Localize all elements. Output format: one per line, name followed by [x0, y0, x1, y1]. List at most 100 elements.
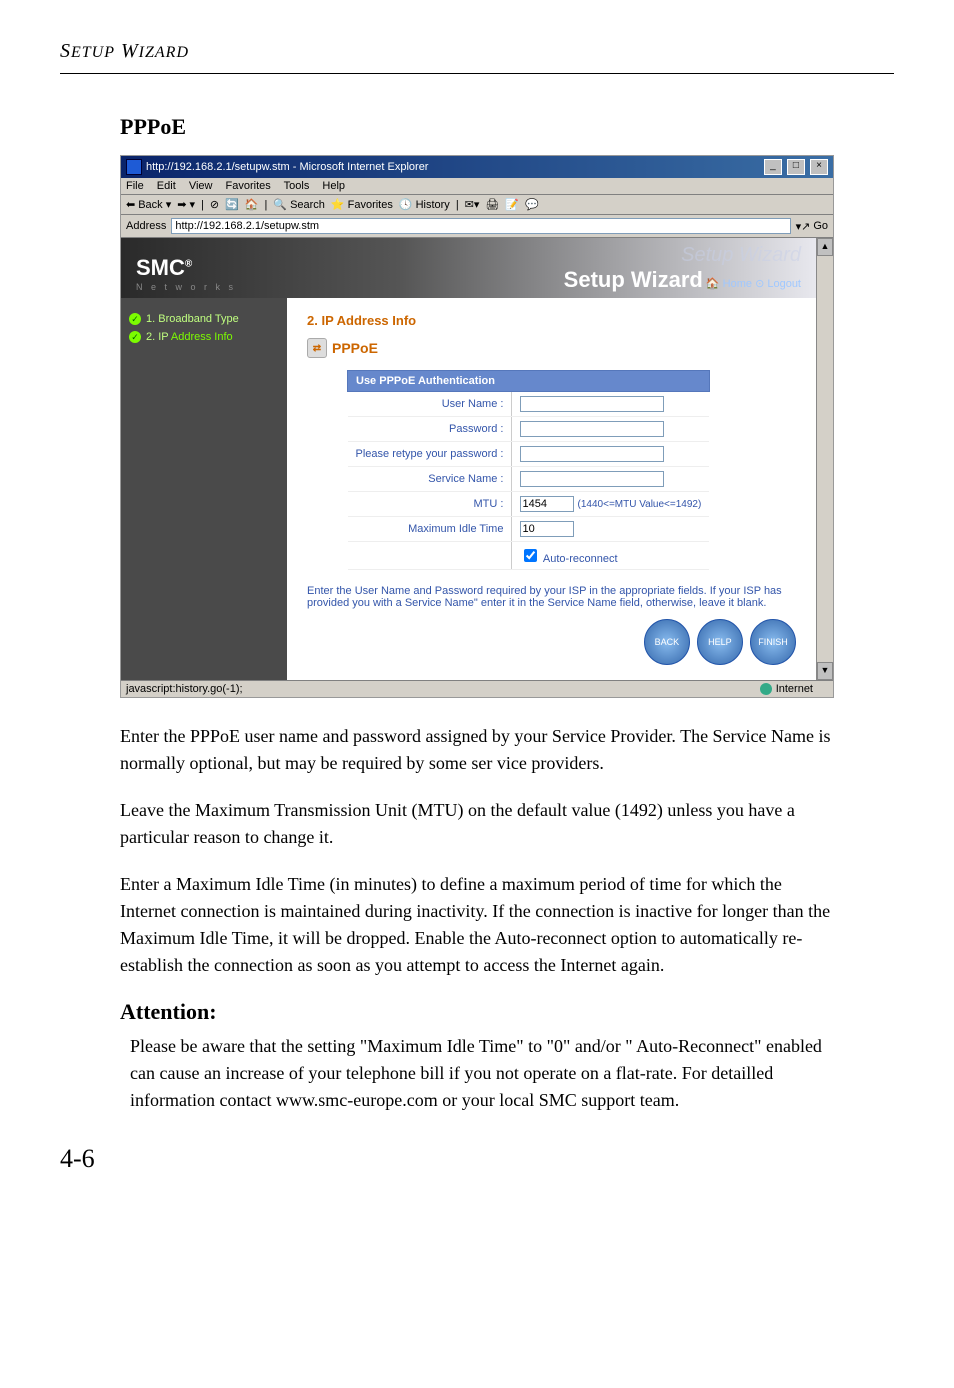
- home-link[interactable]: Home: [723, 278, 752, 290]
- pppoe-text: PPPoE: [332, 340, 378, 356]
- sidebar-ip-b: Address Info: [171, 331, 233, 343]
- forward-button[interactable]: ➡ ▾: [177, 198, 195, 211]
- networks-label: N e t w o r k s: [136, 282, 236, 292]
- window-title: http://192.168.2.1/setupw.stm - Microsof…: [146, 161, 428, 173]
- toolbar-sep2: |: [265, 199, 268, 211]
- history-button[interactable]: 🕓 History: [399, 198, 450, 211]
- statusbar: javascript:history.go(-1); Internet: [121, 680, 833, 697]
- page-banner: SMC® N e t w o r k s Setup Wizard Setup …: [121, 238, 816, 298]
- sidebar: ✓ 1. Broadband Type ✓ 2. IP Address Info: [121, 298, 287, 680]
- address-input[interactable]: [171, 218, 790, 234]
- favorites-label: Favorites: [348, 199, 393, 211]
- mtu-label: MTU :: [348, 492, 512, 517]
- attention-heading: Attention:: [120, 999, 834, 1025]
- user-name-input[interactable]: [520, 396, 664, 412]
- logo-reg: ®: [185, 259, 192, 270]
- search-label: Search: [290, 199, 325, 211]
- retype-input[interactable]: [520, 446, 664, 462]
- close-button[interactable]: ×: [810, 159, 828, 175]
- auto-reconnect-label: Auto-reconnect: [543, 553, 618, 565]
- go-button[interactable]: ↗ Go: [801, 220, 828, 233]
- sidebar-ip-a: 2. IP: [146, 331, 171, 343]
- auto-reconnect-checkbox[interactable]: [524, 549, 537, 562]
- header-w: W: [121, 40, 139, 62]
- toolbar: ⬅ Back ▾ ➡ ▾ | ⊘ 🔄 🏠 | 🔍 Search ⭐ Favori…: [121, 195, 833, 215]
- menu-file[interactable]: File: [126, 180, 144, 192]
- menu-help[interactable]: Help: [322, 180, 345, 192]
- paragraph-2: Leave the Maximum Transmission Unit (MTU…: [120, 797, 834, 851]
- ie-icon: [126, 159, 142, 175]
- search-button[interactable]: 🔍 Search: [273, 198, 325, 211]
- minimize-button[interactable]: _: [764, 159, 782, 175]
- mail-button[interactable]: ✉▾: [465, 198, 480, 211]
- paragraph-3: Enter a Maximum Idle Time (in minutes) t…: [120, 871, 834, 979]
- status-left: javascript:history.go(-1);: [126, 683, 243, 695]
- print-button[interactable]: 🖨: [485, 198, 499, 211]
- banner-faded: Setup Wizard: [564, 244, 801, 267]
- finish-nav-button[interactable]: FINISH: [750, 619, 796, 665]
- sidebar-ip-label: 2. IP Address Info: [146, 331, 233, 343]
- retype-label: Please retype your password :: [348, 442, 512, 467]
- help-nav-button[interactable]: HELP: [697, 619, 743, 665]
- scroll-down-icon[interactable]: ▼: [817, 662, 833, 680]
- page-number: 4-6: [60, 1144, 894, 1174]
- header-etup: ETUP: [71, 44, 115, 61]
- logout-icon: ⊙: [755, 278, 764, 290]
- mtu-input[interactable]: [520, 496, 574, 512]
- menu-edit[interactable]: Edit: [157, 180, 176, 192]
- internet-zone-icon: [760, 683, 772, 695]
- service-input[interactable]: [520, 471, 664, 487]
- refresh-button[interactable]: 🔄: [225, 198, 239, 211]
- menu-view[interactable]: View: [189, 180, 213, 192]
- scrollbar[interactable]: ▲ ▼: [816, 238, 833, 680]
- status-right: Internet: [776, 683, 813, 695]
- idle-label: Maximum Idle Time: [348, 517, 512, 542]
- form-area: 2. IP Address Info ⇄ PPPoE Use PPPoE Aut…: [287, 298, 816, 680]
- back-button[interactable]: ⬅ Back ▾: [126, 198, 171, 211]
- auth-table: Use PPPoE Authentication User Name : Pas…: [347, 370, 710, 570]
- pppoe-icon: ⇄: [307, 338, 327, 358]
- history-label: History: [416, 199, 450, 211]
- check-icon-2: ✓: [129, 331, 141, 343]
- window-controls: _ □ ×: [762, 159, 828, 175]
- discuss-button[interactable]: 💬: [525, 198, 539, 211]
- edit-button[interactable]: 📝: [505, 198, 519, 211]
- auth-header: Use PPPoE Authentication: [348, 371, 710, 392]
- header-rule: [60, 73, 894, 74]
- stop-button[interactable]: ⊘: [210, 198, 219, 211]
- go-icon: ↗: [801, 220, 810, 233]
- pppoe-heading: ⇄ PPPoE: [307, 338, 796, 358]
- empty-cell: [348, 542, 512, 570]
- ip-address-info-title: 2. IP Address Info: [307, 313, 796, 328]
- password-label: Password :: [348, 417, 512, 442]
- sidebar-item-ip[interactable]: ✓ 2. IP Address Info: [129, 331, 279, 343]
- nav-buttons: BACK HELP FINISH: [307, 619, 796, 665]
- paragraph-1: Enter the PPPoE user name and password a…: [120, 723, 834, 777]
- sidebar-broadband-label: 1. Broadband Type: [146, 313, 239, 325]
- page-header: SETUP WIZARD: [60, 40, 894, 63]
- addressbar: Address ▾ ↗ Go: [121, 215, 833, 238]
- menu-tools[interactable]: Tools: [284, 180, 310, 192]
- home-button[interactable]: 🏠: [245, 198, 259, 211]
- menubar: File Edit View Favorites Tools Help: [121, 178, 833, 195]
- favorites-button[interactable]: ⭐ Favorites: [331, 198, 393, 211]
- home-icon: 🏠: [706, 278, 720, 290]
- idle-input[interactable]: [520, 521, 574, 537]
- password-input[interactable]: [520, 421, 664, 437]
- toolbar-sep: |: [201, 199, 204, 211]
- banner-title: Setup Wizard: [564, 267, 703, 292]
- back-nav-button[interactable]: BACK: [644, 619, 690, 665]
- check-icon: ✓: [129, 313, 141, 325]
- address-label: Address: [126, 220, 166, 232]
- maximize-button[interactable]: □: [787, 159, 805, 175]
- menu-favorites[interactable]: Favorites: [226, 180, 271, 192]
- header-s: S: [60, 40, 71, 62]
- scroll-up-icon[interactable]: ▲: [817, 238, 833, 256]
- mtu-hint: (1440<=MTU Value<=1492): [578, 499, 702, 510]
- sidebar-item-broadband[interactable]: ✓ 1. Broadband Type: [129, 313, 279, 325]
- browser-window: http://192.168.2.1/setupw.stm - Microsof…: [120, 155, 834, 698]
- logout-link[interactable]: Logout: [767, 278, 801, 290]
- service-label: Service Name :: [348, 467, 512, 492]
- toolbar-sep3: |: [456, 199, 459, 211]
- main-area: ✓ 1. Broadband Type ✓ 2. IP Address Info…: [121, 298, 816, 680]
